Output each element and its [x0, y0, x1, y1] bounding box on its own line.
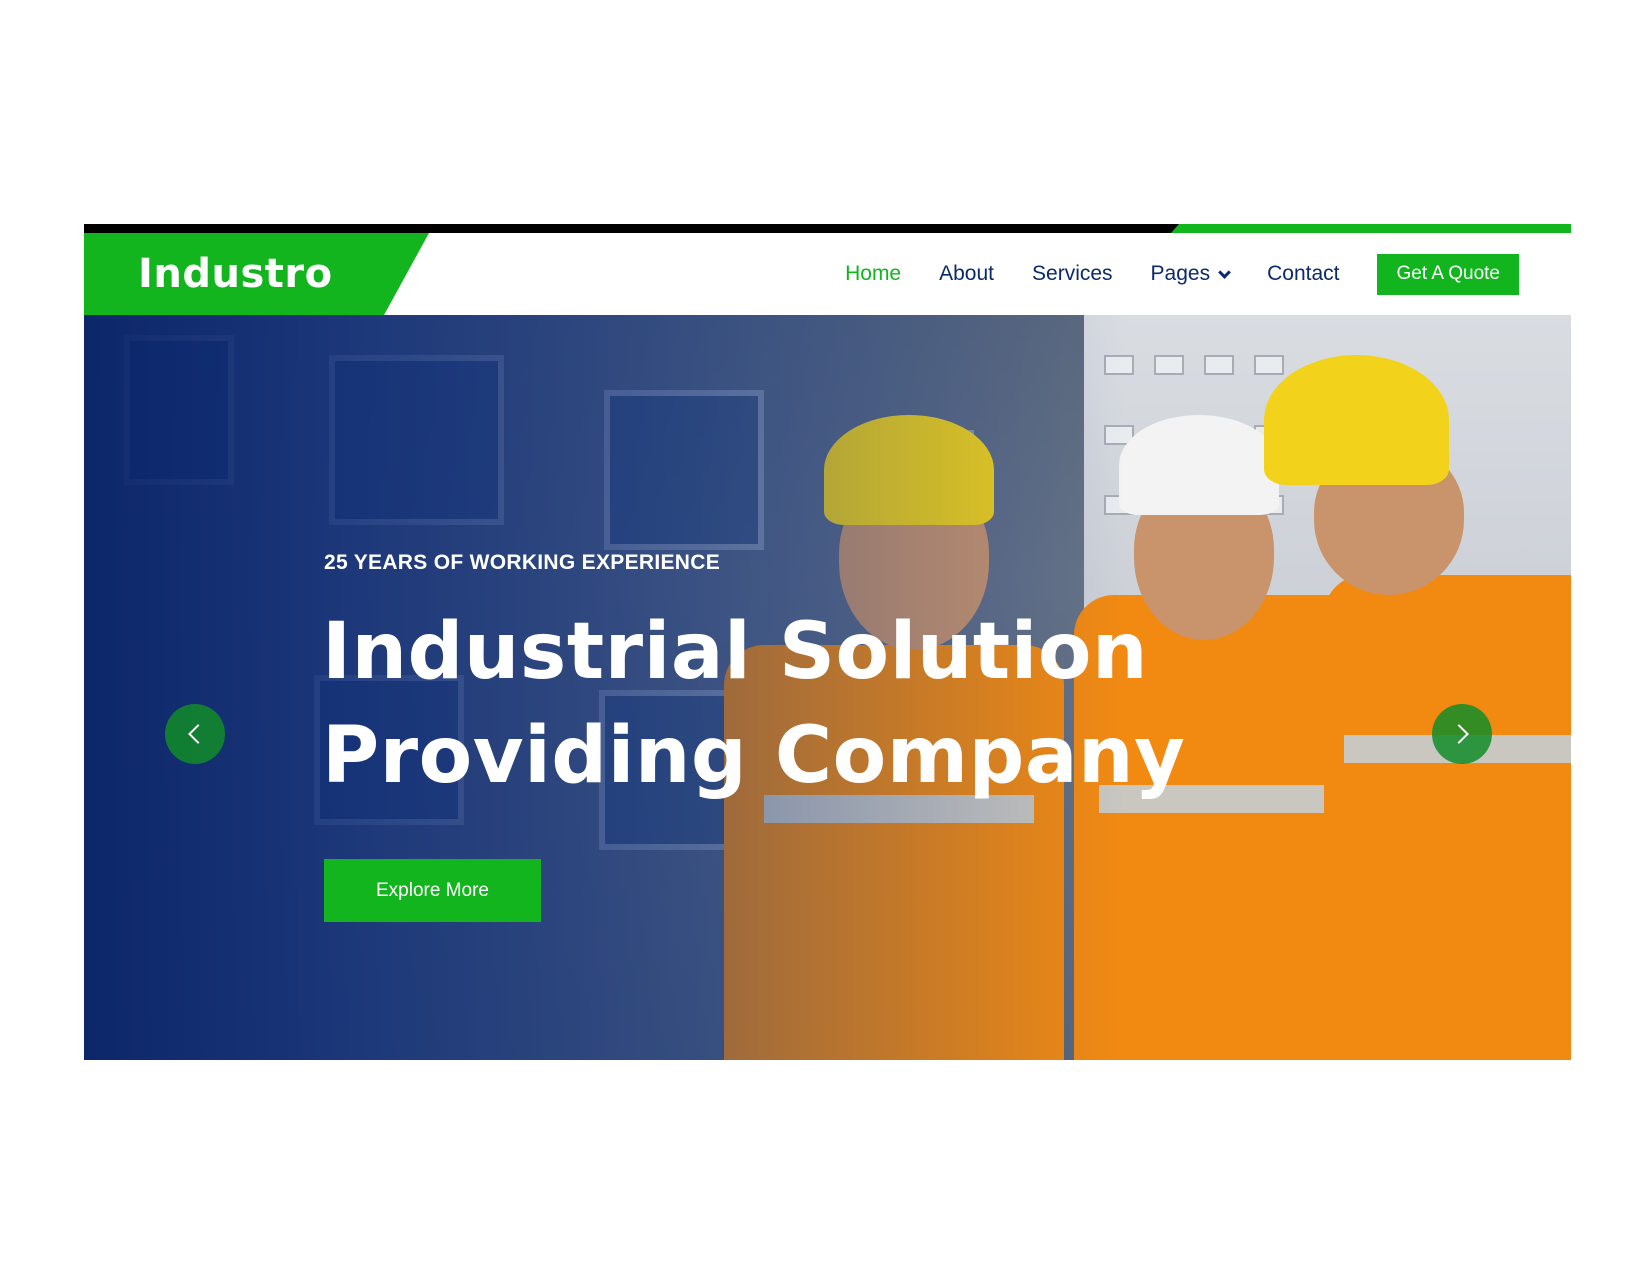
slider-prev-button[interactable]	[165, 704, 225, 764]
nav-item-home[interactable]: Home	[845, 262, 901, 286]
navbar: Industro Home About Services Pages Conta…	[84, 233, 1571, 315]
chevron-left-icon	[188, 724, 208, 744]
nav-links: Home About Services Pages Contact Get A …	[807, 233, 1519, 315]
nav-item-label: Services	[1032, 262, 1113, 285]
get-quote-button[interactable]: Get A Quote	[1377, 253, 1519, 295]
nav-item-services[interactable]: Services	[1032, 262, 1113, 286]
slider-next-button[interactable]	[1432, 704, 1492, 764]
nav-item-label: Contact	[1267, 262, 1340, 285]
hero-headline-line1: Industrial Solution	[322, 607, 1149, 697]
explore-more-button[interactable]: Explore More	[324, 859, 541, 922]
nav-item-contact[interactable]: Contact	[1267, 262, 1339, 286]
hero-headline-line2: Providing Company	[322, 711, 1186, 801]
hero-eyebrow: 25 YEARS OF WORKING EXPERIENCE	[324, 551, 721, 574]
chevron-down-icon	[1218, 265, 1231, 279]
hero-slider: 25 YEARS OF WORKING EXPERIENCE Industria…	[84, 315, 1571, 1060]
nav-item-about[interactable]: About	[939, 262, 994, 286]
brand-logo[interactable]: Industro	[138, 249, 333, 299]
website-frame: Industro Home About Services Pages Conta…	[84, 224, 1571, 1060]
chevron-right-icon	[1449, 724, 1469, 744]
nav-item-label: About	[939, 262, 995, 285]
hero-headline: Industrial Solution Providing Company	[322, 600, 1222, 808]
nav-item-pages[interactable]: Pages	[1150, 262, 1231, 286]
top-accent-bar	[84, 224, 1571, 233]
top-accent-green	[1171, 224, 1571, 233]
nav-item-label: Pages	[1150, 262, 1211, 285]
nav-item-label: Home	[845, 262, 902, 285]
